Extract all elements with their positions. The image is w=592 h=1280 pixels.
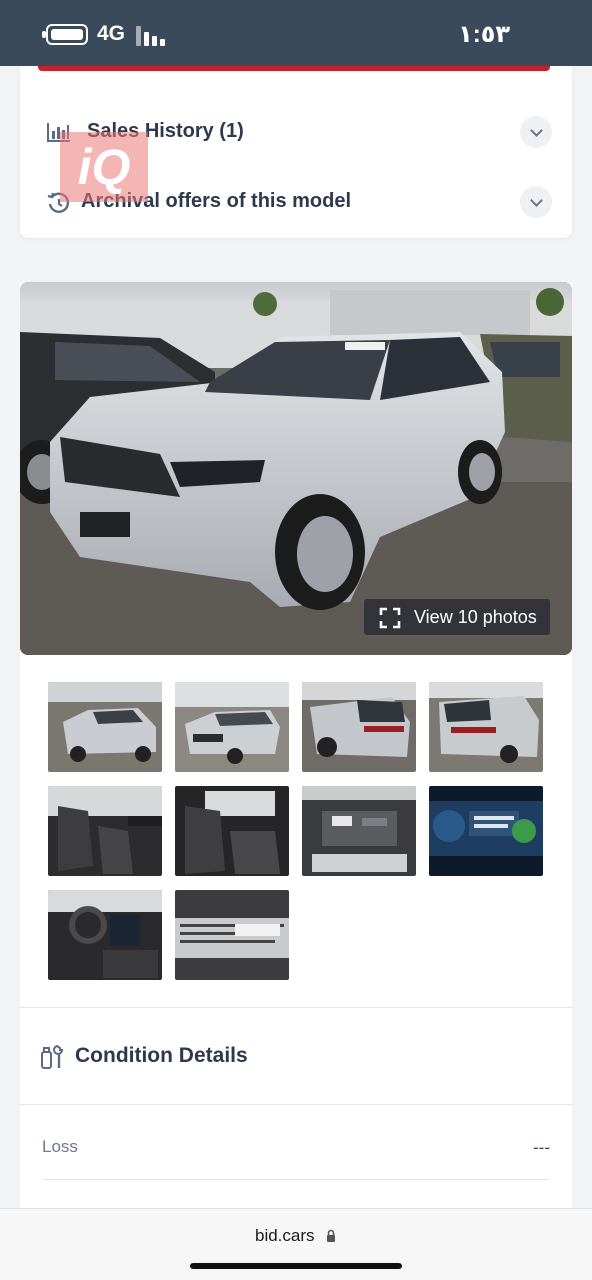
url-text[interactable]: bid.cars [255,1226,315,1246]
thumbnail-exterior-front[interactable] [175,682,289,772]
chevron-down-icon[interactable] [520,116,552,148]
watermark-logo: iQ [60,132,148,202]
thumbnail-interior-front-seats[interactable] [48,786,162,876]
condition-details-title: Condition Details [75,1044,248,1067]
status-time: ١:٥٣ [458,21,510,48]
thumbnail-exterior-rear-right[interactable] [302,682,416,772]
thumbnail-engine-bay[interactable] [302,786,416,876]
row-divider [42,1179,550,1180]
signal-icon [136,26,166,46]
main-vehicle-photo[interactable]: View 10 photos [20,282,572,655]
battery-icon [42,24,88,45]
wrench-tools-icon [41,1044,64,1069]
thumbnail-instrument-cluster[interactable] [429,786,543,876]
divider [20,1007,572,1008]
accent-strip [38,66,550,71]
divider [20,1104,572,1105]
thumbnail-vin-label[interactable] [175,890,289,980]
fullscreen-icon [379,607,401,629]
loss-label: Loss [42,1137,78,1156]
status-bar: 4G ١:٥٣ [0,0,592,66]
lock-icon [327,1229,335,1242]
browser-address-bar[interactable]: bid.cars [0,1208,592,1280]
thumbnail-exterior-front-left[interactable] [48,682,162,772]
thumbnail-exterior-rear[interactable] [429,682,543,772]
thumbnail-interior-rear-seats[interactable] [175,786,289,876]
thumbnail-dashboard[interactable] [48,890,162,980]
photo-gallery-card: View 10 photos Condition Details Loss --… [20,282,572,1280]
network-type: 4G [97,22,126,45]
view-photos-label: View 10 photos [414,607,537,627]
view-photos-button[interactable]: View 10 photos [364,599,550,635]
chevron-down-icon[interactable] [520,186,552,218]
loss-value: --- [533,1138,550,1157]
home-indicator[interactable] [190,1263,402,1269]
